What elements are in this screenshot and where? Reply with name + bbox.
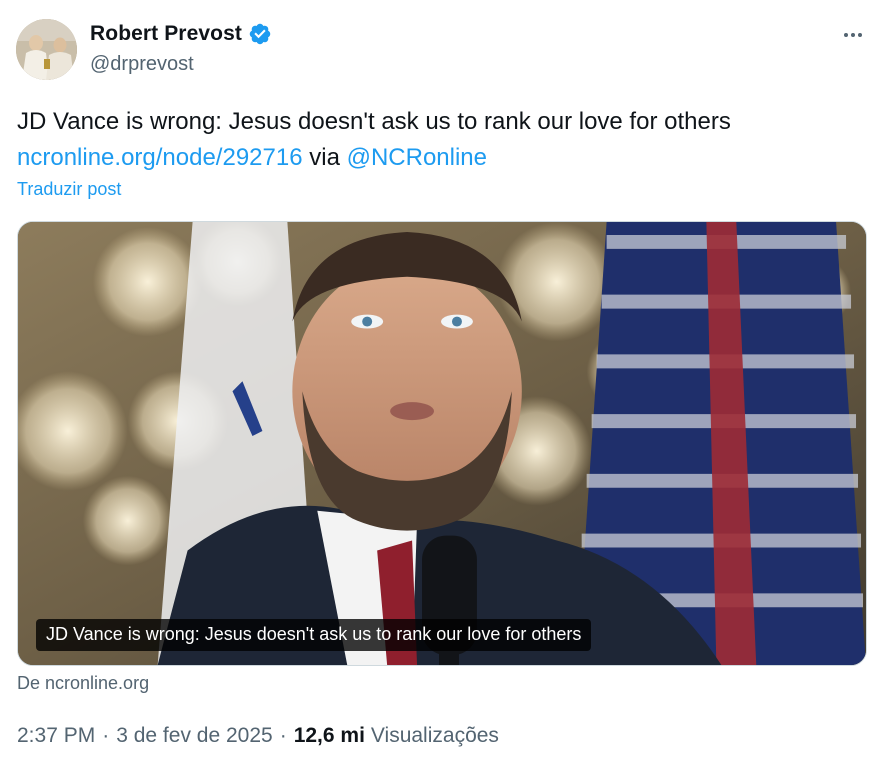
- more-options-icon[interactable]: [838, 24, 868, 46]
- card-image: [18, 222, 866, 665]
- mention-link[interactable]: @NCRonline: [347, 144, 487, 171]
- translate-post-button[interactable]: Traduzir post: [17, 179, 121, 200]
- verified-badge-icon[interactable]: [248, 22, 272, 46]
- profile-photo: [16, 19, 77, 80]
- meta-separator: ·: [102, 724, 110, 747]
- card-source[interactable]: De ncronline.org: [17, 673, 149, 694]
- dot: [851, 33, 855, 37]
- avatar[interactable]: [16, 19, 77, 80]
- views-count: 12,6 mi: [293, 724, 365, 747]
- views-label: Visualizações: [370, 724, 499, 747]
- post-time[interactable]: 2:37 PM: [17, 724, 95, 748]
- post-meta: 2:37 PM · 3 de fev de 2025 · 12,6 mi Vis…: [17, 724, 499, 748]
- link-card[interactable]: JD Vance is wrong: Jesus doesn't ask us …: [17, 221, 867, 666]
- author-name-row: Robert Prevost: [90, 22, 272, 46]
- meta-separator: ·: [279, 724, 287, 747]
- post-text: JD Vance is wrong: Jesus doesn't ask us …: [17, 104, 877, 176]
- card-caption: JD Vance is wrong: Jesus doesn't ask us …: [36, 619, 592, 651]
- author-display-name[interactable]: Robert Prevost: [90, 22, 242, 46]
- post-link[interactable]: ncronline.org/node/292716: [17, 144, 303, 171]
- dot: [844, 33, 848, 37]
- tweet: Robert Prevost @drprevost JD Vance is wr…: [0, 0, 894, 759]
- dot: [858, 33, 862, 37]
- post-date[interactable]: 3 de fev de 2025: [116, 724, 272, 748]
- via-text: via: [302, 144, 347, 171]
- post-body: JD Vance is wrong: Jesus doesn't ask us …: [17, 108, 731, 135]
- author-handle[interactable]: @drprevost: [90, 53, 194, 76]
